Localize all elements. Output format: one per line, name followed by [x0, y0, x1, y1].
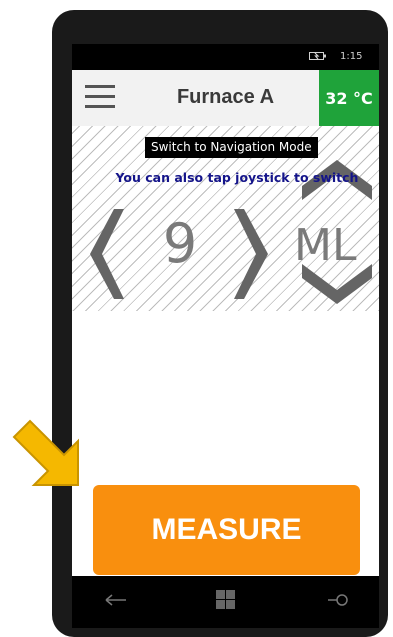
windows-icon[interactable]: [216, 590, 236, 610]
chevron-right-icon[interactable]: [234, 209, 268, 299]
bottom-navbar: [72, 576, 379, 628]
battery-charging-icon: [309, 52, 326, 60]
arrow-pointer-icon: [12, 419, 79, 486]
chevron-left-icon[interactable]: [90, 209, 124, 299]
hamburger-menu-icon[interactable]: [85, 85, 115, 109]
switch-mode-button[interactable]: Switch to Navigation Mode: [145, 137, 318, 158]
joystick-hint: You can also tap joystick to switch: [115, 170, 359, 185]
status-bar: 1:15: [72, 44, 379, 70]
unit-value: ML: [294, 220, 357, 271]
measure-button[interactable]: MEASURE: [93, 485, 360, 575]
digit-value: 9: [162, 212, 198, 275]
back-arrow-icon[interactable]: [105, 592, 127, 608]
temperature-badge: 32 °C: [319, 70, 379, 126]
app-screen: 1:15 Furnace A 32 °C 9 ML Switch to Navi…: [72, 44, 379, 576]
search-icon[interactable]: [327, 589, 349, 611]
app-header: Furnace A 32 °C: [72, 70, 379, 126]
status-time: 1:15: [340, 51, 363, 62]
joystick-area[interactable]: 9 ML Switch to Navigation Mode You can a…: [72, 126, 379, 311]
